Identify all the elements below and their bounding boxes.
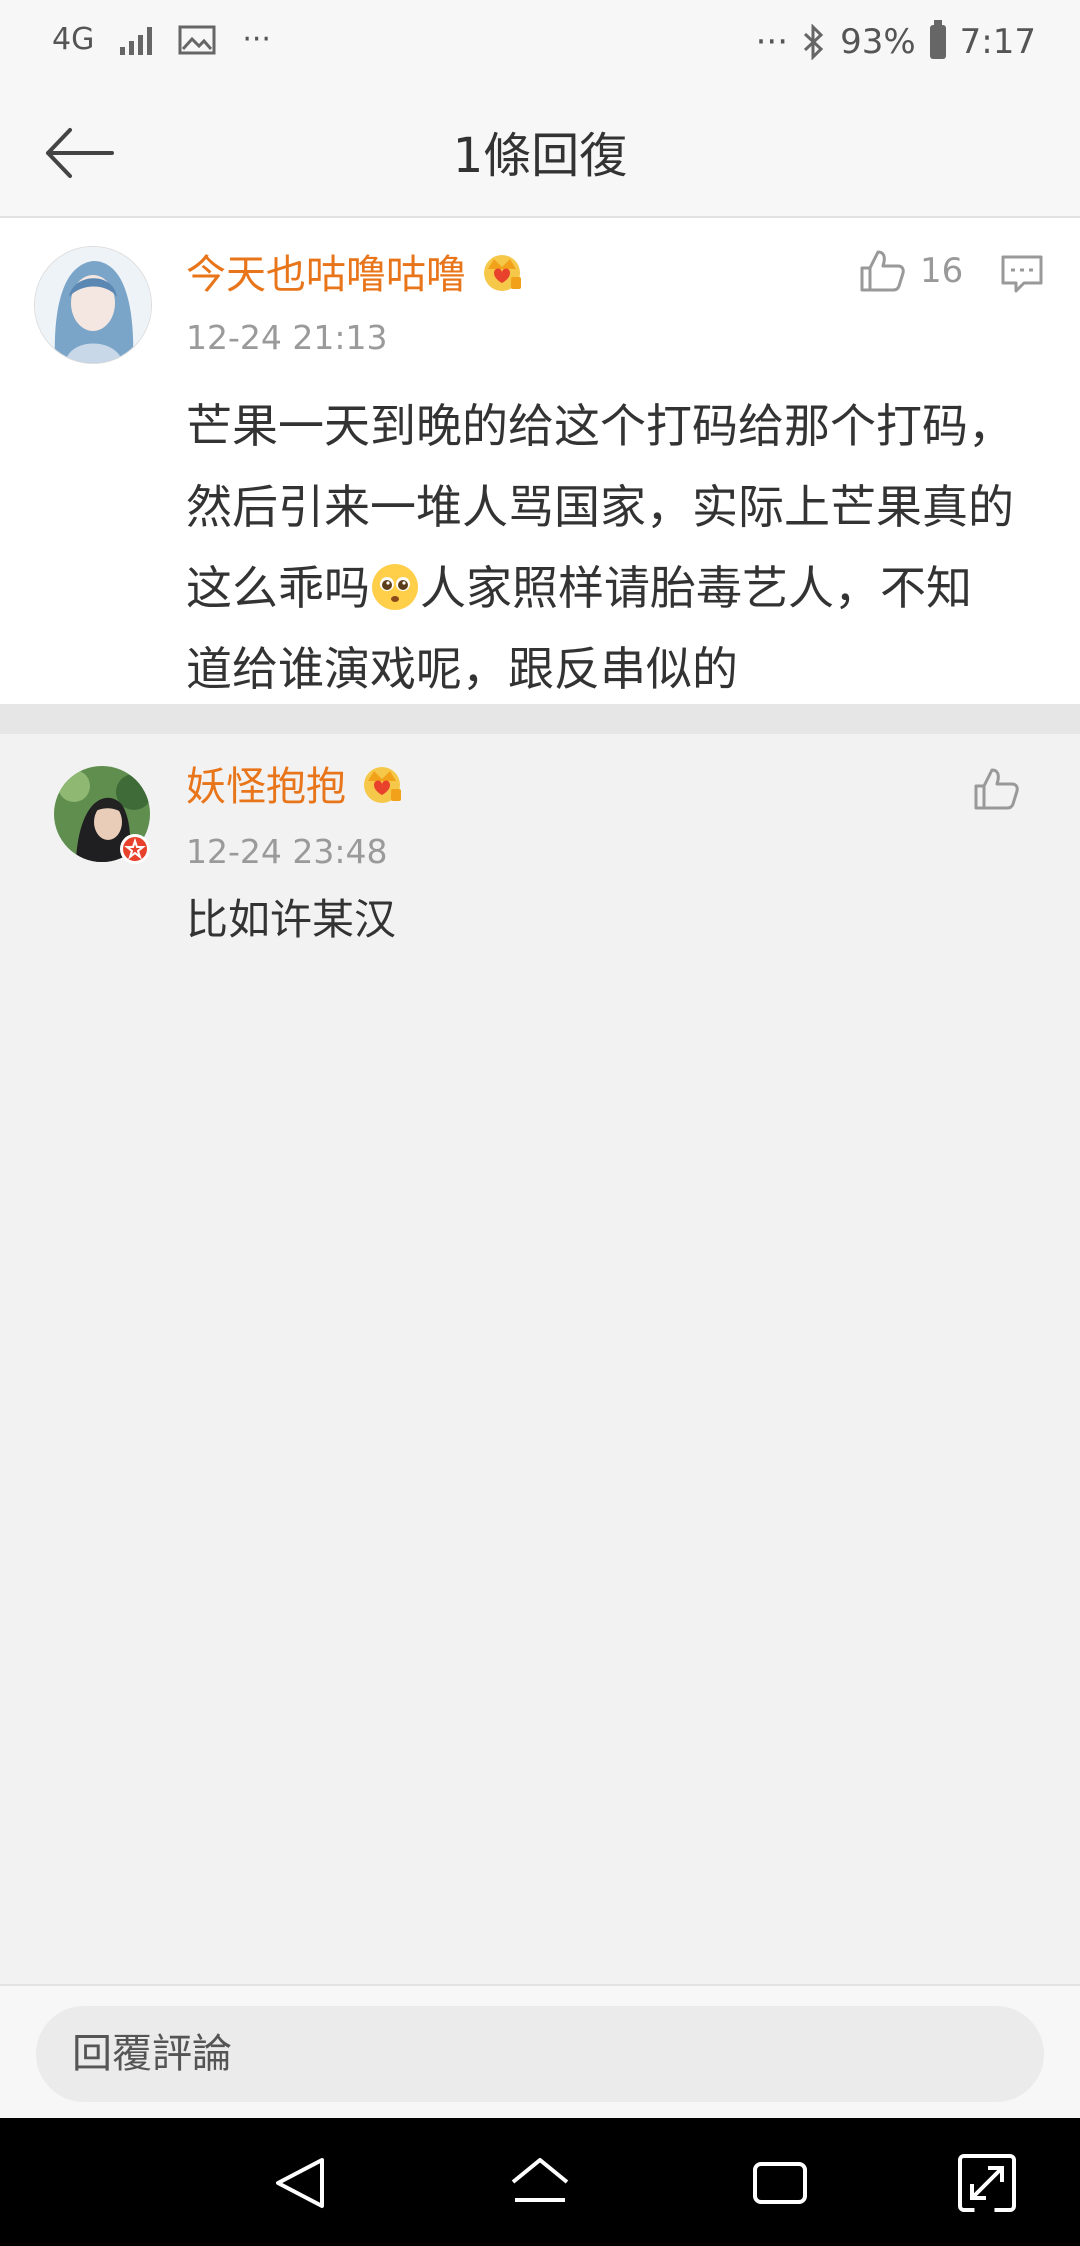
vip-crown-icon [484, 255, 521, 291]
timestamp: 12-24 21:13 [186, 318, 388, 357]
system-nav-bar [0, 2118, 1080, 2246]
reply-input-bar [0, 1984, 1080, 2120]
network-type: 4G [52, 22, 95, 57]
back-nav-icon[interactable] [266, 2148, 336, 2218]
expand-icon[interactable] [952, 2148, 1022, 2218]
like-button[interactable]: 16 [858, 248, 963, 294]
pleading-face-emoji [372, 564, 418, 610]
username-text[interactable]: 妖怪抱抱 [186, 754, 346, 812]
status-more-right: ··· [755, 22, 789, 62]
battery-icon [929, 20, 946, 59]
top-bar: 1條回復 [0, 90, 1080, 218]
like-count: 16 [920, 251, 964, 291]
recent-apps-icon[interactable] [745, 2148, 815, 2218]
image-icon [178, 25, 216, 54]
main-comment: 今天也咕噜咕噜 12-24 21:13 16 芒果一天到晚的给这个打码给那个打码… [0, 218, 1080, 704]
avatar[interactable] [34, 246, 152, 364]
battery-percent: 93% [840, 22, 916, 62]
timestamp: 12-24 23:48 [186, 832, 388, 871]
comment-icon[interactable] [1000, 254, 1044, 294]
username[interactable]: 今天也咕噜咕噜 [186, 242, 524, 300]
vip-crown-icon [364, 767, 401, 803]
thumbs-up-icon [860, 250, 905, 292]
page-title: 1條回復 [452, 128, 628, 184]
reply-text: 比如许某汉 [186, 895, 397, 944]
status-bar: 4G ··· ··· 93% 7:17 [0, 0, 1080, 90]
username-text[interactable]: 今天也咕噜咕噜 [186, 242, 466, 300]
verified-badge-icon [120, 834, 150, 864]
section-divider [0, 704, 1080, 734]
signal-icon [120, 25, 153, 55]
thumbs-up-icon[interactable] [972, 766, 1020, 812]
reply-list: 妖怪抱抱 12-24 23:48 比如许某汉 [0, 734, 1080, 1984]
home-nav-icon[interactable] [505, 2148, 575, 2218]
bluetooth-icon [804, 24, 824, 60]
comment-text: 芒果一天到晚的给这个打码给那个打码，然后引来一堆人骂国家，实际上芒果真的这么乖吗… [186, 386, 1016, 710]
username[interactable]: 妖怪抱抱 [186, 754, 404, 812]
reply-input[interactable] [36, 2006, 1044, 2102]
status-time: 7:17 [959, 22, 1036, 62]
status-more-left: ··· [242, 22, 271, 57]
